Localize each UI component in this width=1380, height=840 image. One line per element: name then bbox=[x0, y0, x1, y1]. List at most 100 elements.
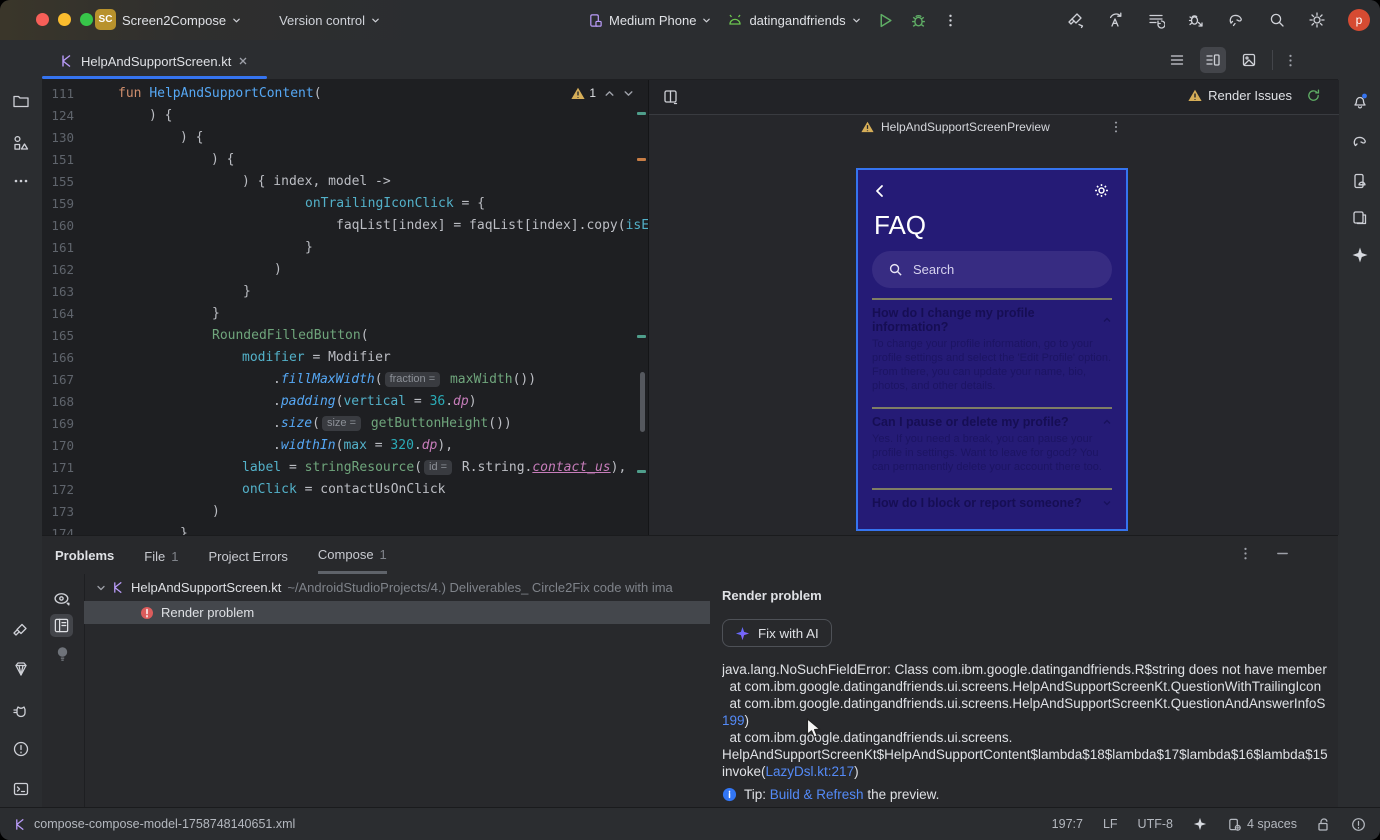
ide-window: SC Screen2Compose Version control Medium… bbox=[0, 0, 1380, 840]
attach-debugger-icon[interactable] bbox=[1187, 11, 1205, 29]
problems-tool-icon[interactable] bbox=[12, 740, 30, 758]
prev-problem-icon[interactable] bbox=[604, 88, 615, 99]
preview-problems-icon[interactable] bbox=[53, 590, 72, 607]
warning-icon bbox=[571, 87, 585, 99]
gradle-sync-icon[interactable] bbox=[1227, 11, 1246, 29]
ai-translate-sync-icon[interactable] bbox=[1107, 11, 1125, 29]
code-line: 173) bbox=[42, 500, 648, 522]
preview-card-label[interactable]: HelpAndSupportScreenPreview bbox=[861, 120, 1050, 134]
problems-tab-compose[interactable]: Compose 1 bbox=[317, 536, 387, 574]
editor-tab[interactable]: HelpAndSupportScreen.kt bbox=[50, 46, 258, 76]
ai-sparkle-status-icon[interactable] bbox=[1193, 817, 1207, 831]
run-button[interactable] bbox=[877, 12, 894, 29]
build-icon[interactable] bbox=[1067, 11, 1085, 29]
problems-tree: HelpAndSupportScreen.kt ~/AndroidStudioP… bbox=[84, 576, 710, 806]
status-file[interactable]: compose-compose-model-1758748140651.xml bbox=[14, 817, 295, 831]
code-editor[interactable]: 111 fun HelpAndSupportContent(124) {130) … bbox=[42, 80, 648, 535]
run-configuration-selector[interactable]: datingandfriends bbox=[727, 13, 860, 28]
window-minimize-button[interactable] bbox=[58, 13, 71, 26]
resource-manager-icon[interactable] bbox=[12, 134, 30, 152]
file-encoding[interactable]: UTF-8 bbox=[1138, 817, 1173, 831]
code-line: 162) bbox=[42, 258, 648, 280]
more-actions-icon[interactable] bbox=[943, 13, 958, 28]
expand-chevron-icon[interactable] bbox=[96, 583, 106, 593]
line-ending[interactable]: LF bbox=[1103, 817, 1118, 831]
gemini-ai-icon[interactable] bbox=[1351, 246, 1369, 264]
version-control-menu[interactable]: Version control bbox=[279, 13, 380, 28]
project-tool-icon[interactable] bbox=[12, 92, 30, 110]
line-number: 167 bbox=[51, 371, 74, 387]
logcat-tool-icon[interactable] bbox=[12, 703, 30, 721]
line-number: 162 bbox=[51, 261, 74, 277]
mouse-cursor bbox=[806, 718, 821, 738]
split-view-button[interactable] bbox=[1200, 47, 1226, 73]
warning-icon bbox=[1188, 89, 1202, 101]
code-lines: 111 fun HelpAndSupportContent(124) {130) … bbox=[42, 80, 648, 536]
device-manager-icon[interactable] bbox=[1351, 209, 1369, 227]
line-number: 172 bbox=[51, 481, 74, 497]
preview-layout-icon[interactable] bbox=[662, 88, 680, 106]
fix-with-ai-button[interactable]: Fix with AI bbox=[722, 619, 832, 647]
faq-list: How do I change my profile information? T… bbox=[872, 298, 1112, 529]
window-zoom-button[interactable] bbox=[80, 13, 93, 26]
error-notification-icon[interactable] bbox=[1351, 817, 1366, 832]
problems-tab-project-errors[interactable]: Project Errors bbox=[208, 536, 287, 574]
right-tool-strip bbox=[1337, 40, 1380, 808]
tab-close-icon[interactable] bbox=[238, 56, 248, 66]
code-line: 169 .size(size = getButtonHeight()) bbox=[42, 412, 648, 434]
stack-trace-link[interactable]: LazyDsl.kt:217 bbox=[766, 764, 855, 779]
code-line: 174} bbox=[42, 522, 648, 536]
tip-row: Tip: Build & Refresh the preview. bbox=[722, 787, 1338, 802]
search-icon[interactable] bbox=[1268, 11, 1286, 29]
settings-gear-icon[interactable] bbox=[1308, 11, 1326, 29]
line-number: 171 bbox=[51, 459, 74, 475]
code-line: 171 label = stringResource(id = R.string.… bbox=[42, 456, 648, 478]
back-chevron-icon bbox=[876, 185, 883, 197]
quick-fix-bulb-icon[interactable] bbox=[55, 646, 70, 662]
build-refresh-link[interactable]: Build & Refresh bbox=[770, 787, 864, 802]
hide-panel-icon[interactable] bbox=[1275, 546, 1290, 561]
tab-title: HelpAndSupportScreen.kt bbox=[81, 53, 232, 69]
debug-button[interactable] bbox=[910, 12, 927, 29]
user-avatar[interactable]: p bbox=[1348, 9, 1370, 31]
editor-tab-bar: HelpAndSupportScreen.kt bbox=[42, 40, 1338, 80]
window-close-button[interactable] bbox=[36, 13, 49, 26]
design-view-button[interactable] bbox=[1236, 47, 1262, 73]
code-line: 163} bbox=[42, 280, 648, 302]
refresh-preview-icon[interactable] bbox=[1306, 88, 1321, 103]
next-problem-icon[interactable] bbox=[623, 88, 634, 99]
stack-trace-link[interactable]: 199 bbox=[722, 713, 745, 728]
render-issues-button[interactable]: Render Issues bbox=[1188, 88, 1321, 103]
running-devices-icon[interactable] bbox=[1351, 172, 1369, 190]
editor-scrollbar[interactable] bbox=[640, 372, 645, 432]
gradle-tool-icon[interactable] bbox=[1351, 133, 1370, 151]
inspections-widget[interactable]: 1 bbox=[571, 86, 634, 100]
write-access-lock-icon[interactable] bbox=[1317, 817, 1331, 832]
preview-settings-gear-icon bbox=[1095, 184, 1108, 197]
chevron-down-icon bbox=[372, 18, 379, 22]
faq-chevron-icon bbox=[1103, 501, 1111, 506]
build-variants-icon[interactable] bbox=[1147, 11, 1165, 29]
project-selector[interactable]: Screen2Compose bbox=[122, 13, 241, 28]
app-quality-insights-icon[interactable] bbox=[12, 660, 30, 678]
problems-file-row[interactable]: HelpAndSupportScreen.kt ~/AndroidStudioP… bbox=[84, 576, 710, 599]
editor-options-icon[interactable] bbox=[1283, 53, 1298, 68]
terminal-tool-icon[interactable] bbox=[12, 780, 30, 798]
panel-options-icon[interactable] bbox=[1238, 546, 1253, 561]
file-path: ~/AndroidStudioProjects/4.) Deliverables… bbox=[287, 580, 673, 595]
line-number: 163 bbox=[51, 283, 74, 299]
more-tools-icon[interactable] bbox=[12, 172, 30, 190]
build-tool-icon[interactable] bbox=[12, 622, 30, 640]
code-line: 168 .padding(vertical = 36.dp) bbox=[42, 390, 648, 412]
search-icon bbox=[889, 263, 902, 276]
code-view-button[interactable] bbox=[1164, 47, 1190, 73]
problems-tab-file[interactable]: File 1 bbox=[144, 536, 178, 574]
notifications-icon[interactable] bbox=[1351, 92, 1369, 110]
indent-config[interactable]: 4 spaces bbox=[1227, 817, 1297, 832]
caret-position[interactable]: 197:7 bbox=[1052, 817, 1083, 831]
show-details-toggle[interactable] bbox=[50, 614, 73, 637]
code-line: 161} bbox=[42, 236, 648, 258]
preview-card-menu-icon[interactable] bbox=[1109, 120, 1123, 134]
render-problem-row[interactable]: Render problem bbox=[84, 601, 710, 624]
device-selector[interactable]: Medium Phone bbox=[588, 13, 711, 28]
